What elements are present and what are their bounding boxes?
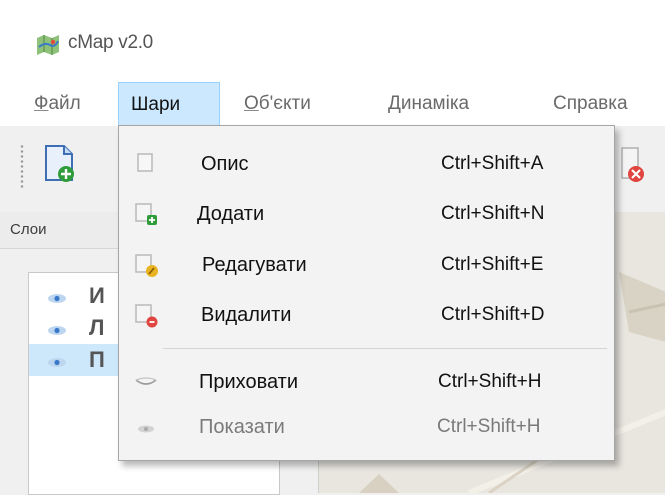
menu-help-label: Справка (553, 93, 628, 114)
layer-description-icon (132, 150, 160, 178)
map-app-icon (36, 33, 60, 55)
edit-layer-icon (132, 251, 160, 279)
window-title: cMap v2.0 (68, 32, 153, 53)
layer-name: П (89, 347, 105, 372)
menu-item-add[interactable]: Додати Ctrl+Shift+N (119, 190, 614, 240)
eye-icon[interactable] (47, 323, 67, 335)
menu-item-shortcut: Ctrl+Shift+A (441, 153, 544, 174)
new-layer-icon (42, 145, 76, 188)
new-layer-button[interactable] (42, 144, 76, 184)
menu-objects-mnemonic: О (244, 93, 259, 114)
menu-item-shortcut: Ctrl+Shift+H (437, 416, 541, 437)
menu-item-label: Додати (197, 203, 265, 225)
menu-file[interactable]: Файл (26, 82, 89, 126)
title-bar: cMap v2.0 (0, 0, 665, 82)
add-layer-icon (132, 200, 160, 228)
menu-objects[interactable]: Об'єкти (236, 82, 319, 126)
menu-item-shortcut: Ctrl+Shift+N (441, 203, 545, 224)
delete-object-button[interactable] (620, 144, 654, 184)
menu-file-mnemonic: Ф (34, 93, 49, 114)
menu-item-delete[interactable]: Видалити Ctrl+Shift+D (119, 291, 614, 341)
menu-dynamics[interactable]: Динаміка (380, 82, 477, 126)
menu-objects-label: б'єкти (258, 93, 311, 114)
menu-item-label: Видалити (201, 304, 292, 326)
layer-name: И (89, 283, 105, 308)
hide-layer-icon (132, 368, 160, 396)
menu-item-edit[interactable]: Редагувати Ctrl+Shift+E (119, 241, 614, 291)
menu-item-shortcut: Ctrl+Shift+H (438, 371, 542, 392)
delete-layer-icon (132, 301, 160, 329)
toolbar-grip[interactable] (20, 144, 24, 188)
menu-layers-label: Шари (131, 94, 181, 115)
menu-help[interactable]: Справка (545, 82, 636, 126)
menu-item-show: Показати Ctrl+Shift+H (119, 403, 614, 453)
menu-item-label: Редагувати (202, 254, 307, 276)
menu-file-label: айл (48, 93, 81, 114)
menu-item-shortcut: Ctrl+Shift+D (441, 304, 545, 325)
layers-panel-title: Слои (10, 221, 47, 238)
menu-item-hide[interactable]: Приховати Ctrl+Shift+H (119, 358, 614, 408)
menu-separator (163, 348, 607, 349)
menu-item-label: Показати (199, 416, 285, 438)
menu-layers[interactable]: Шари (118, 82, 220, 126)
show-layer-icon (132, 413, 160, 441)
menu-item-shortcut: Ctrl+Shift+E (441, 254, 544, 275)
menu-dynamics-label: Динаміка (388, 93, 470, 114)
eye-icon[interactable] (47, 355, 67, 367)
eye-icon[interactable] (47, 291, 67, 303)
menu-bar: Файл Шари Об'єкти Динаміка Справка (0, 82, 665, 126)
menu-item-label: Приховати (199, 371, 298, 393)
layer-name: Л (89, 315, 105, 340)
menu-item-description[interactable]: Опис Ctrl+Shift+A (119, 140, 614, 190)
delete-object-icon (620, 147, 654, 188)
layers-dropdown-menu: Опис Ctrl+Shift+A Додати Ctrl+Shift+N Ре… (118, 125, 615, 461)
menu-item-label: Опис (201, 153, 249, 175)
